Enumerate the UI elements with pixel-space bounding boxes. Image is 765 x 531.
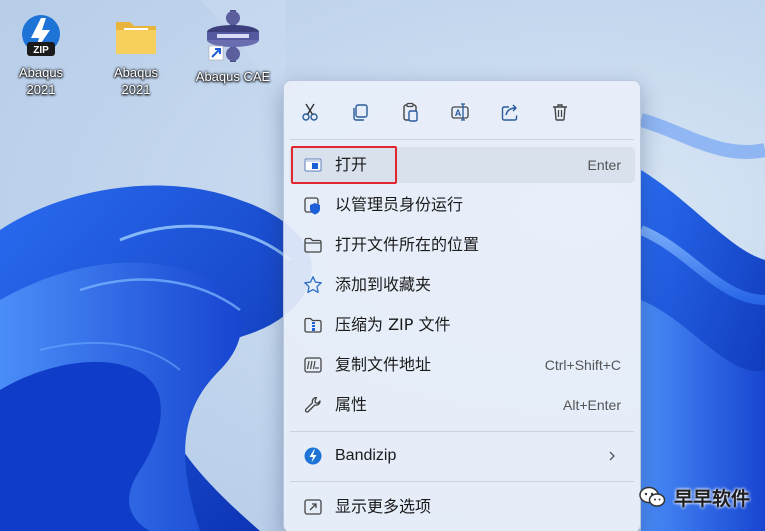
menu-item-label: 以管理员身份运行 (335, 195, 464, 214)
open-app-icon (304, 158, 322, 172)
delete-button[interactable] (543, 95, 577, 129)
desktop-icon-abaqus-folder[interactable]: Abaqus 2021 (96, 12, 176, 98)
menu-separator (290, 431, 634, 432)
svg-text:A: A (455, 108, 462, 118)
paste-button[interactable] (393, 95, 427, 129)
context-menu: A 打开 Enter 以管理员身份运行 打开文件所在的位置 添加到收藏夹 压缩为… (283, 80, 641, 531)
zip-folder-icon (304, 317, 322, 333)
menu-item-run-as-admin[interactable]: 以管理员身份运行 (289, 187, 635, 223)
menu-item-compress-zip[interactable]: 压缩为 ZIP 文件 (289, 307, 635, 343)
context-menu-toolbar: A (284, 95, 640, 129)
share-icon (501, 104, 518, 121)
menu-separator (290, 481, 634, 482)
menu-item-label: 压缩为 ZIP 文件 (335, 315, 451, 334)
desktop-icon-abaqus-zip[interactable]: ZIP Abaqus 2021 (1, 12, 81, 98)
more-options-icon (304, 499, 322, 515)
menu-item-copy-as-path[interactable]: 复制文件地址 Ctrl+Shift+C (289, 347, 635, 383)
menu-item-add-to-favorites[interactable]: 添加到收藏夹 (289, 267, 635, 303)
rename-icon: A (451, 103, 469, 121)
desktop: ZIP Abaqus 2021 Abaqus 2021 Abaqus CAE A… (0, 0, 765, 531)
menu-item-accelerator: Enter (587, 157, 621, 173)
admin-shield-icon (304, 197, 320, 215)
share-button[interactable] (493, 95, 527, 129)
desktop-icon-label: Abaqus CAE (195, 69, 271, 84)
menu-item-open[interactable]: 打开 Enter (289, 147, 635, 183)
trash-icon (553, 104, 567, 121)
menu-item-label: 添加到收藏夹 (335, 275, 432, 294)
cut-button[interactable] (293, 95, 327, 129)
copy-button[interactable] (343, 95, 377, 129)
menu-item-open-file-location[interactable]: 打开文件所在的位置 (289, 227, 635, 263)
folder-outline-icon (304, 237, 322, 253)
copy-path-icon (304, 357, 322, 373)
copy-icon (353, 104, 368, 121)
menu-item-label: 打开 (335, 155, 368, 174)
menu-item-label: 复制文件地址 (335, 355, 432, 374)
wrench-icon (304, 396, 321, 413)
desktop-icon-label: 2021 (26, 82, 56, 97)
chevron-right-icon (609, 451, 615, 461)
menu-item-bandizip[interactable]: Bandizip (289, 438, 635, 474)
menu-separator (290, 139, 634, 140)
rename-button[interactable]: A (443, 95, 477, 129)
desktop-icon-label: Abaqus (113, 65, 159, 80)
folder-icon (112, 12, 160, 60)
watermark-text: 早早软件 (674, 487, 751, 510)
menu-item-label: 属性 (335, 395, 368, 414)
desktop-icon-label: 2021 (121, 82, 151, 97)
svg-text:ZIP: ZIP (33, 45, 49, 56)
desktop-icon-label: Abaqus (18, 65, 64, 80)
scissors-icon (302, 103, 318, 121)
menu-item-accelerator: Ctrl+Shift+C (544, 357, 621, 373)
desktop-icon-abaqus-cae[interactable]: Abaqus CAE (186, 8, 280, 85)
zip-archive-icon: ZIP (17, 12, 65, 60)
abaqus-app-shortcut-icon (203, 8, 263, 64)
menu-item-label: 显示更多选项 (335, 497, 432, 516)
paste-icon (403, 102, 418, 122)
menu-item-label: Bandizip (335, 447, 397, 464)
menu-item-accelerator: Alt+Enter (563, 397, 621, 413)
watermark: 早早软件 (638, 482, 750, 512)
wechat-icon (639, 486, 666, 507)
star-icon (304, 276, 322, 294)
menu-item-show-more-options[interactable]: 显示更多选项 (289, 489, 635, 525)
menu-item-properties[interactable]: 属性 Alt+Enter (289, 387, 635, 423)
menu-item-label: 打开文件所在的位置 (335, 235, 480, 254)
bandizip-icon (304, 447, 322, 465)
